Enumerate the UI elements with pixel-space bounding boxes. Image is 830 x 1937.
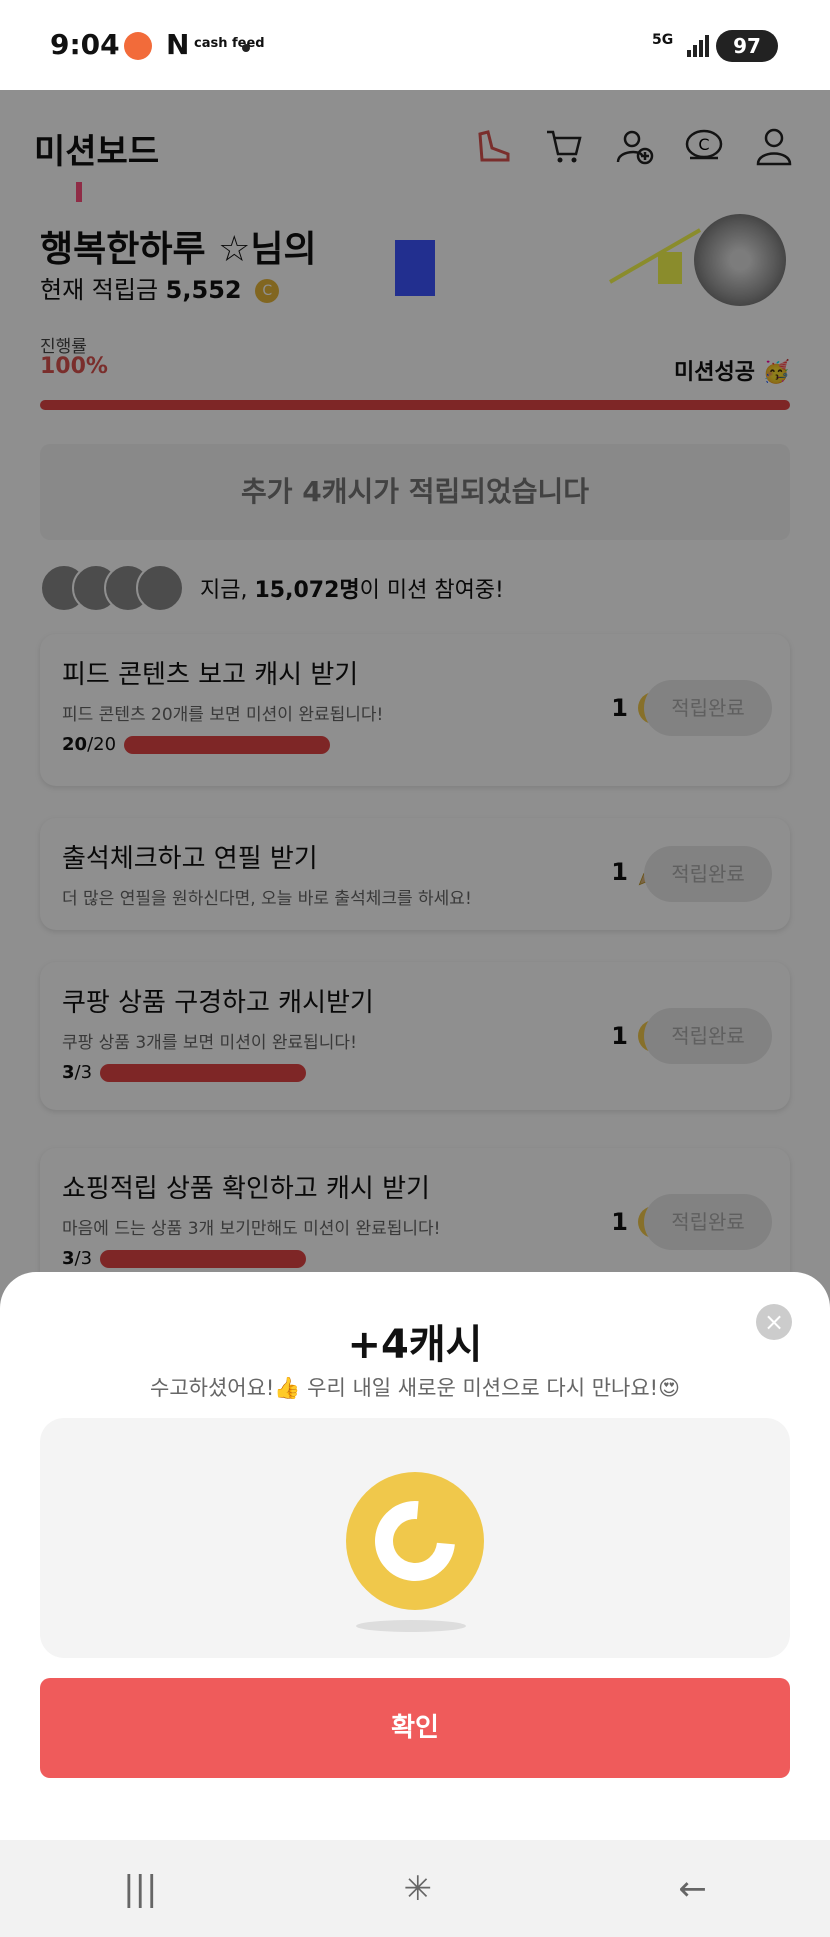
system-nav-bar: ||| ✳ ← [0, 1840, 830, 1937]
battery-indicator: 97 [716, 30, 778, 62]
status-bar: 9:04 N cash feed 5G 97 [0, 0, 830, 90]
cashfeed-app-icon: cash feed [194, 36, 265, 51]
reward-bottom-sheet: × +4캐시 수고하셨어요!👍 우리 내일 새로운 미션으로 다시 만나요!😍 … [0, 1272, 830, 1840]
coin-icon [346, 1472, 484, 1610]
recent-apps-button[interactable]: ||| [123, 1869, 157, 1909]
app-notification-icon [124, 32, 152, 60]
naver-app-icon: N [166, 28, 190, 61]
reward-subtitle: 수고하셨어요!👍 우리 내일 새로운 미션으로 다시 만나요!😍 [150, 1376, 680, 1400]
confirm-button[interactable]: 확인 [40, 1678, 790, 1778]
coin-shadow [356, 1620, 466, 1632]
signal-icon [687, 35, 709, 57]
home-button[interactable]: ✳ [404, 1869, 433, 1909]
status-time: 9:04 [50, 28, 120, 61]
notification-dot-icon [242, 44, 250, 52]
back-button[interactable]: ← [678, 1869, 707, 1909]
reward-title: +4캐시 [347, 1322, 483, 1368]
coin-illustration [40, 1418, 790, 1658]
network-indicator: 5G [652, 32, 674, 48]
